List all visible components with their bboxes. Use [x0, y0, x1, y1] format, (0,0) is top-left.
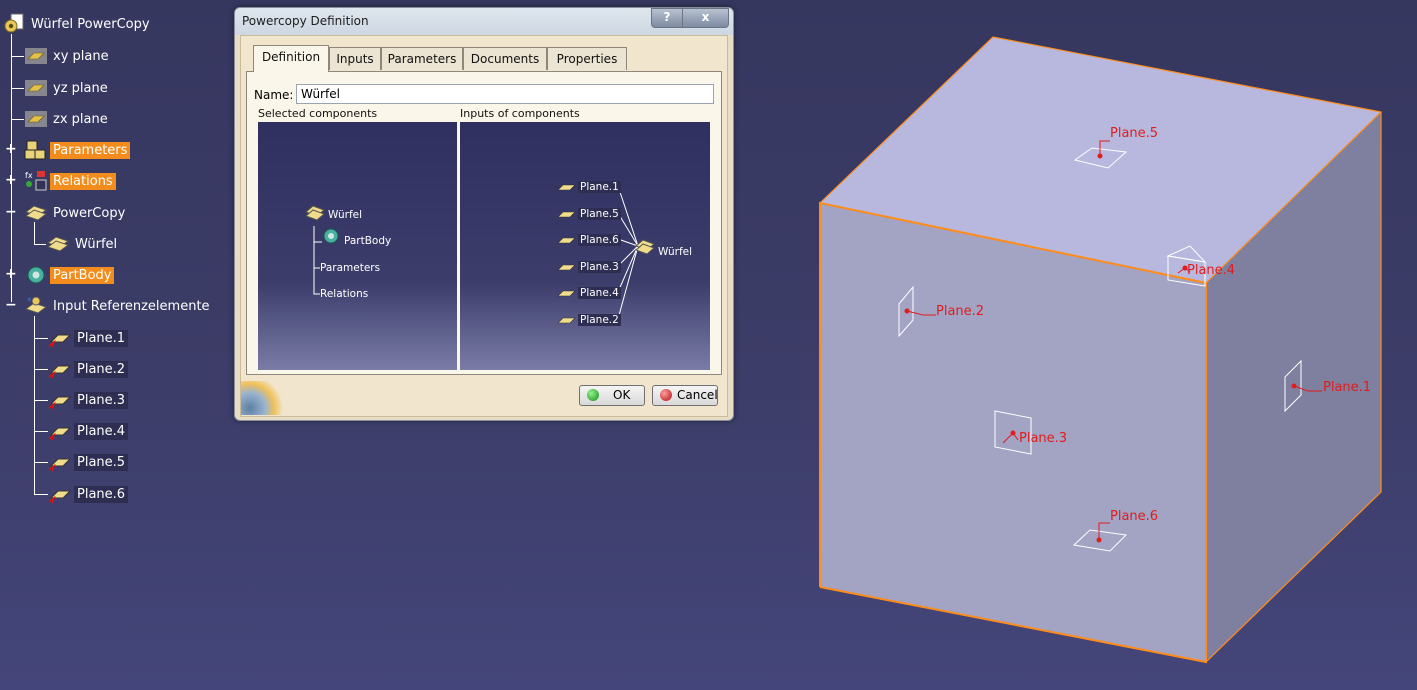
input-item[interactable]: Plane.3	[578, 261, 621, 273]
plane-label-6[interactable]: Plane.6	[1110, 509, 1158, 524]
component-relations[interactable]: Relations	[320, 288, 368, 300]
ok-status-icon	[587, 389, 599, 401]
close-button[interactable]: x	[682, 8, 729, 28]
expander-partbody[interactable]: +	[5, 267, 17, 281]
tree-item-parameters[interactable]: Parameters	[24, 139, 131, 161]
tab-inputs[interactable]: Inputs	[329, 47, 381, 70]
tree-item-wuerfel[interactable]: Würfel	[46, 233, 120, 255]
tree-item-xy-plane[interactable]: xy plane	[24, 45, 112, 67]
plane-icon	[24, 77, 48, 99]
tree-root[interactable]: Würfel PowerCopy	[2, 13, 153, 35]
plane-feature-icon	[48, 451, 72, 473]
input-item[interactable]: Plane.5	[578, 208, 621, 220]
powercopy-definition-dialog[interactable]: Powercopy Definition ? x Definition Inpu…	[234, 7, 734, 421]
tab-definition[interactable]: Definition	[253, 45, 329, 72]
tab-documents[interactable]: Documents	[463, 47, 547, 70]
tree-item-yz-plane[interactable]: yz plane	[24, 77, 111, 99]
tree-item-plane-3[interactable]: Plane.3	[48, 389, 129, 411]
input-item[interactable]: Plane.1	[578, 181, 621, 193]
cancel-status-icon	[660, 389, 672, 401]
selected-components-caption: Selected components	[258, 107, 378, 120]
plane-icon	[24, 45, 48, 67]
tree-item-partbody[interactable]: PartBody	[24, 264, 115, 286]
parameters-icon	[24, 139, 48, 161]
collapser-powercopy[interactable]: −	[5, 205, 17, 219]
plane-feature-icon	[48, 327, 72, 349]
component-parameters[interactable]: Parameters	[320, 262, 380, 274]
plane-feature-icon	[48, 389, 72, 411]
tree-item-relations[interactable]: fx Relations	[24, 170, 116, 192]
tree-item-plane-1[interactable]: Plane.1	[48, 327, 129, 349]
tab-properties[interactable]: Properties	[547, 47, 627, 70]
relations-icon: fx	[24, 170, 48, 192]
plane-label-3[interactable]: Plane.3	[1019, 431, 1067, 446]
dialog-body: Definition Inputs Parameters Documents P…	[240, 35, 728, 417]
plane-feature-icon	[48, 483, 72, 505]
svg-text:fx: fx	[25, 171, 33, 180]
inputs-caption: Inputs of components	[460, 107, 580, 120]
selected-components-pane[interactable]: Würfel PartBody Parameters Relations	[258, 122, 457, 370]
input-ref-icon	[24, 295, 48, 317]
name-field[interactable]	[296, 84, 714, 104]
plane-feature-icon	[557, 184, 576, 191]
plane-feature-icon	[48, 358, 72, 380]
partbody-icon	[24, 264, 48, 286]
plane-label-1[interactable]: Plane.1	[1323, 380, 1371, 395]
tree-connector	[11, 34, 12, 302]
inputs-pane[interactable]: Plane.1 Plane.5 Plane.6 Plane.3 Plane.4 …	[460, 122, 710, 370]
tree-item-plane-6[interactable]: Plane.6	[48, 483, 129, 505]
help-button[interactable]: ?	[651, 8, 683, 28]
tree-item-plane-5[interactable]: Plane.5	[48, 451, 129, 473]
tree-item-plane-2[interactable]: Plane.2	[48, 358, 129, 380]
component-partbody[interactable]: PartBody	[344, 235, 391, 247]
input-item[interactable]: Plane.4	[578, 287, 621, 299]
collapser-input-ref[interactable]: −	[5, 298, 17, 312]
input-item[interactable]: Plane.6	[578, 234, 621, 246]
plane-label-5[interactable]: Plane.5	[1110, 126, 1158, 141]
powercopy-item-icon	[46, 233, 70, 255]
name-label: Name:	[254, 88, 294, 102]
part-document-icon	[2, 13, 26, 35]
plane-icon	[24, 108, 48, 130]
plane-feature-icon	[48, 420, 72, 442]
ok-button[interactable]: OK	[579, 385, 645, 406]
input-item[interactable]: Plane.2	[578, 314, 621, 326]
expander-relations[interactable]: +	[5, 173, 17, 187]
component-root[interactable]: Würfel	[328, 209, 362, 221]
catia-logo	[241, 381, 285, 415]
inputs-target[interactable]: Würfel	[658, 246, 692, 258]
dialog-title: Powercopy Definition	[242, 14, 369, 28]
tree-item-zx-plane[interactable]: zx plane	[24, 108, 111, 130]
tree-item-input-referenzelemente[interactable]: Input Referenzelemente	[24, 295, 213, 317]
plane-label-4[interactable]: Plane.4	[1187, 263, 1235, 278]
plane-label-2[interactable]: Plane.2	[936, 304, 984, 319]
dialog-titlebar[interactable]: Powercopy Definition ? x	[235, 8, 733, 35]
powercopy-icon	[24, 202, 48, 224]
tree-item-powercopy[interactable]: PowerCopy	[24, 202, 128, 224]
tree-item-plane-4[interactable]: Plane.4	[48, 420, 129, 442]
expander-parameters[interactable]: +	[5, 142, 17, 156]
cancel-button[interactable]: Cancel	[652, 385, 718, 406]
tab-parameters[interactable]: Parameters	[381, 47, 463, 70]
